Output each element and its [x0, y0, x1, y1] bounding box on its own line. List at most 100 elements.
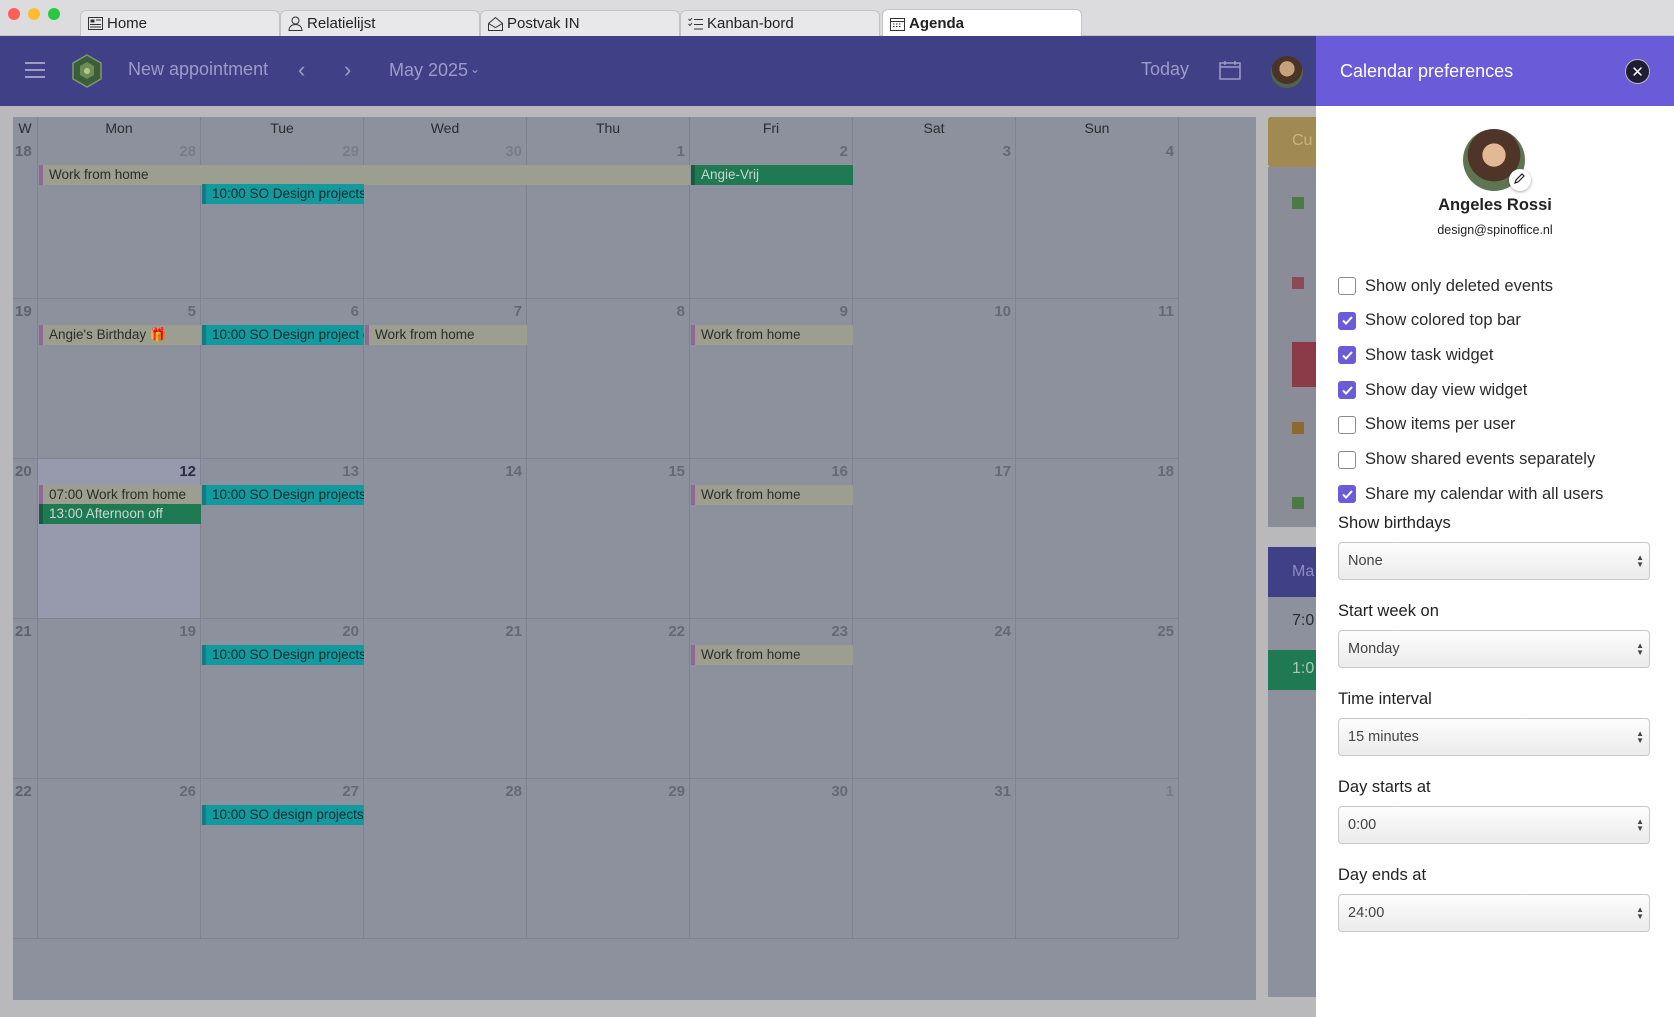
- day-cell[interactable]: 17: [853, 459, 1016, 619]
- tab-home[interactable]: Home: [80, 10, 280, 36]
- week-number-cell: 21: [13, 619, 38, 779]
- calendar-event[interactable]: 13:00 Afternoon off: [39, 504, 201, 524]
- day-cell[interactable]: 28: [364, 779, 527, 939]
- day-cell[interactable]: 4: [1016, 139, 1179, 299]
- day-view-event-time: 1:0: [1292, 660, 1315, 677]
- preference-option[interactable]: Show day view widget: [1338, 378, 1527, 402]
- checkbox[interactable]: [1338, 415, 1356, 434]
- calendar-event[interactable]: Work from home: [39, 165, 690, 185]
- day-number: 8: [676, 303, 685, 320]
- calendar-event[interactable]: 10:00 SO Design project categorieën: [202, 325, 364, 345]
- user-avatar[interactable]: [1271, 56, 1303, 88]
- tab-agenda[interactable]: Agenda: [882, 9, 1082, 37]
- field-select[interactable]: Monday ▲ ▼: [1338, 630, 1650, 668]
- select-arrows-icon: ▲ ▼: [1636, 553, 1644, 569]
- preference-option[interactable]: Share my calendar with all users: [1338, 482, 1603, 506]
- field-select[interactable]: 0:00 ▲ ▼: [1338, 806, 1650, 844]
- minimize-window-button[interactable]: [28, 8, 40, 20]
- day-cell[interactable]: 5: [38, 299, 201, 459]
- chevron-right-icon[interactable]: ›: [344, 57, 351, 83]
- preference-option[interactable]: Show only deleted events: [1338, 274, 1553, 298]
- calendar-event[interactable]: Angie-Vrij: [691, 165, 853, 185]
- today-button[interactable]: Today: [1141, 59, 1189, 80]
- day-cell[interactable]: 12: [38, 459, 201, 619]
- day-cell[interactable]: 30: [690, 779, 853, 939]
- preference-option[interactable]: Show shared events separately: [1338, 448, 1595, 472]
- calendar-event[interactable]: 10:00 SO design projects onderwerpen: [202, 805, 364, 825]
- calendar-event[interactable]: Work from home: [691, 645, 853, 665]
- day-cell[interactable]: 28: [38, 139, 201, 299]
- day-cell[interactable]: 19: [38, 619, 201, 779]
- day-cell[interactable]: 13: [201, 459, 364, 619]
- day-cell[interactable]: 2: [690, 139, 853, 299]
- calendar-event[interactable]: 07:00 Work from home: [39, 485, 201, 505]
- day-cell[interactable]: 16: [690, 459, 853, 619]
- tab-kanban-bord[interactable]: Kanban-bord: [680, 10, 880, 36]
- maximize-window-button[interactable]: [48, 8, 60, 20]
- day-cell[interactable]: 3: [853, 139, 1016, 299]
- preference-option[interactable]: Show colored top bar: [1338, 309, 1521, 333]
- day-cell[interactable]: 20: [201, 619, 364, 779]
- day-cell[interactable]: 15: [527, 459, 690, 619]
- day-number: 21: [505, 623, 522, 640]
- day-cell[interactable]: 26: [38, 779, 201, 939]
- day-cell[interactable]: 27: [201, 779, 364, 939]
- day-cell[interactable]: 29: [527, 779, 690, 939]
- chevron-down-icon[interactable]: ⌄: [470, 62, 480, 76]
- day-cell[interactable]: 1: [1016, 779, 1179, 939]
- day-cell[interactable]: 8: [527, 299, 690, 459]
- app-logo[interactable]: [70, 54, 104, 88]
- day-cell[interactable]: 21: [364, 619, 527, 779]
- calendar-event[interactable]: 10:00 SO Design projects onderwerpen: [202, 485, 364, 505]
- checkbox-checked[interactable]: [1338, 485, 1356, 504]
- month-selector[interactable]: May 2025: [389, 60, 468, 81]
- calendar-icon[interactable]: [1219, 60, 1241, 85]
- field-select[interactable]: None ▲ ▼: [1338, 542, 1650, 580]
- checkbox-checked[interactable]: [1338, 346, 1356, 365]
- calendar-event[interactable]: 10:00 SO Design projects onderwerpen: [202, 645, 364, 665]
- day-cell[interactable]: 22: [527, 619, 690, 779]
- checkbox[interactable]: [1338, 277, 1356, 295]
- checkbox-checked[interactable]: [1338, 311, 1356, 330]
- day-cell[interactable]: 11: [1016, 299, 1179, 459]
- checkbox[interactable]: [1338, 450, 1356, 469]
- day-cell[interactable]: 18: [1016, 459, 1179, 619]
- field-select[interactable]: 15 minutes ▲ ▼: [1338, 718, 1650, 756]
- day-cell[interactable]: 29: [201, 139, 364, 299]
- day-cell[interactable]: 14: [364, 459, 527, 619]
- day-number: 28: [179, 143, 196, 160]
- calendar-event[interactable]: Work from home: [691, 485, 853, 505]
- calendar-event[interactable]: 10:00 SO Design projects onderwerpen: [202, 184, 364, 204]
- edit-avatar-button[interactable]: [1509, 169, 1531, 191]
- day-cell[interactable]: 30: [364, 139, 527, 299]
- calendar-event[interactable]: Angie's Birthday 🎁: [39, 325, 201, 345]
- day-cell[interactable]: 23: [690, 619, 853, 779]
- day-cell[interactable]: 10: [853, 299, 1016, 459]
- tab-postvak-in[interactable]: Postvak IN: [480, 10, 680, 36]
- tab-relatielijst[interactable]: Relatielijst: [280, 10, 480, 36]
- new-appointment-button[interactable]: New appointment: [128, 59, 268, 80]
- week-number: 18: [15, 143, 32, 160]
- day-cell[interactable]: 7: [364, 299, 527, 459]
- close-panel-button[interactable]: ✕: [1625, 59, 1650, 84]
- day-cell[interactable]: 31: [853, 779, 1016, 939]
- calendar-event[interactable]: Work from home: [691, 325, 853, 345]
- calendar-event[interactable]: Work from home: [365, 325, 527, 345]
- close-window-button[interactable]: [8, 8, 20, 20]
- day-view-event[interactable]: 1:0: [1268, 650, 1316, 690]
- field-select[interactable]: 24:00 ▲ ▼: [1338, 894, 1650, 932]
- preference-label: Show task widget: [1365, 345, 1494, 364]
- day-number: 31: [994, 783, 1011, 800]
- chevron-left-icon[interactable]: ‹: [298, 57, 305, 83]
- day-cell[interactable]: 24: [853, 619, 1016, 779]
- inbox-icon: [487, 16, 503, 32]
- preference-option[interactable]: Show items per user: [1338, 413, 1515, 437]
- preference-label: Show items per user: [1365, 415, 1516, 434]
- checkbox-checked[interactable]: [1338, 381, 1356, 400]
- day-cell[interactable]: 9: [690, 299, 853, 459]
- day-cell[interactable]: 6: [201, 299, 364, 459]
- hamburger-menu-icon[interactable]: [25, 62, 45, 78]
- day-cell[interactable]: 25: [1016, 619, 1179, 779]
- day-cell[interactable]: 1: [527, 139, 690, 299]
- preference-option[interactable]: Show task widget: [1338, 343, 1493, 367]
